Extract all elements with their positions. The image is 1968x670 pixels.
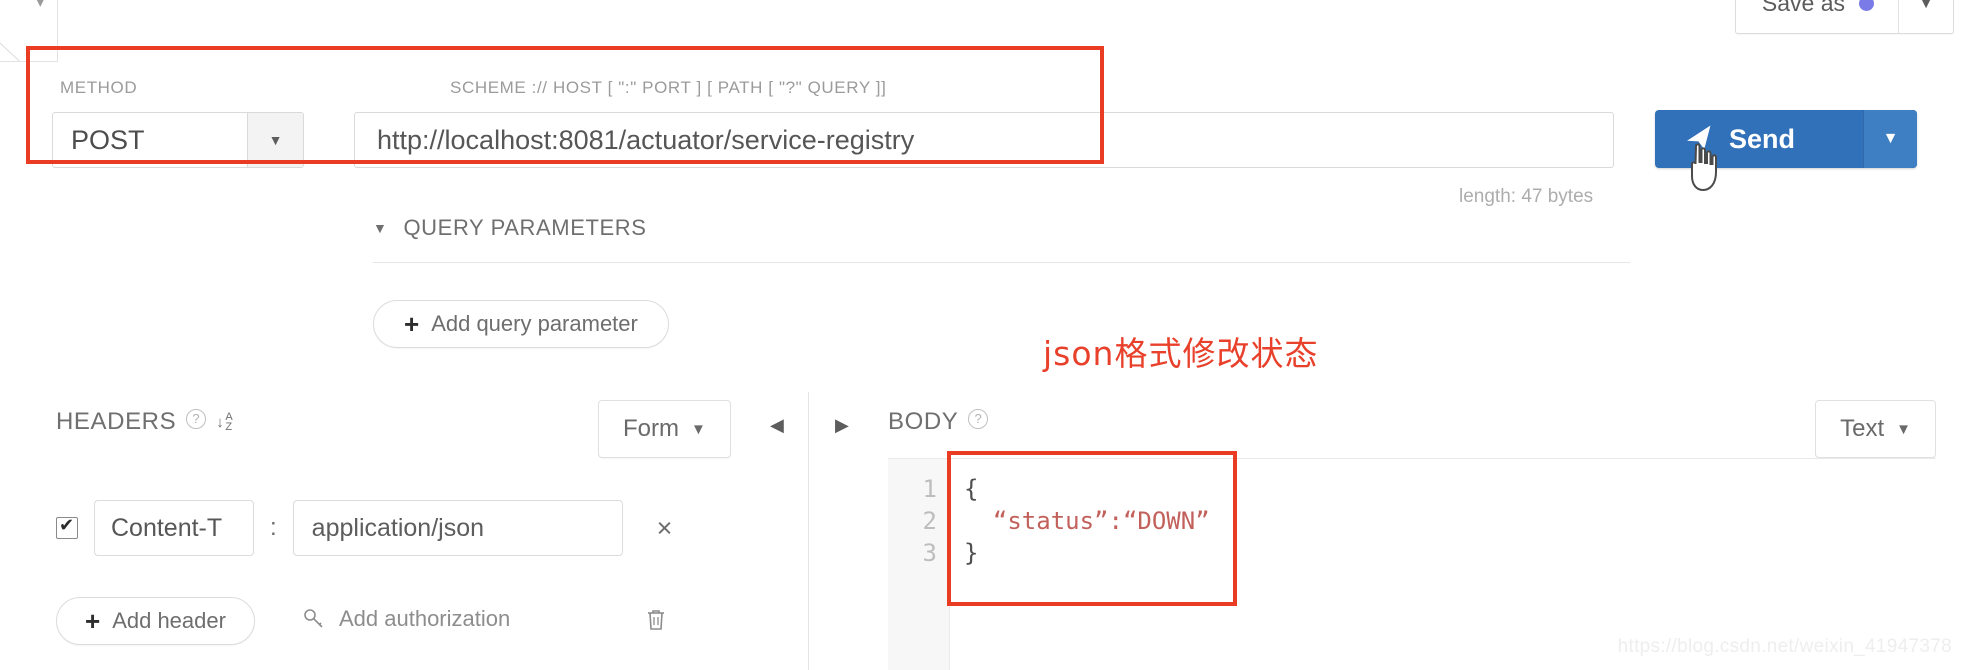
send-control[interactable]: Send ▼	[1655, 110, 1917, 168]
request-length-note: length: 47 bytes	[1459, 186, 1594, 207]
header-name-input[interactable]: Content-T	[94, 500, 254, 556]
add-authorization-label: Add authorization	[339, 606, 511, 631]
code-token-string: “status”:“DOWN”	[992, 507, 1210, 535]
headers-view-mode-label: Form	[623, 415, 679, 442]
save-as-control[interactable]: Save as ▼	[1734, 0, 1954, 34]
paper-plane-icon	[1687, 125, 1711, 150]
request-bar-fields: POST ▼ http://localhost:8081/actuator/se…	[52, 112, 1912, 168]
send-button[interactable]: Send	[1655, 110, 1863, 168]
sort-letter-z: Z	[225, 421, 233, 433]
method-dropdown-caret-icon[interactable]: ▼	[247, 113, 303, 167]
body-title-label: BODY	[888, 408, 959, 435]
send-dropdown-caret-icon[interactable]: ▼	[1863, 110, 1917, 168]
code-token: {	[964, 475, 979, 503]
request-bar-labels: METHOD SCHEME :// HOST [ ":" PORT ] [ PA…	[52, 78, 1912, 104]
line-number: 2	[922, 507, 937, 535]
header-enabled-checkbox[interactable]	[56, 515, 78, 539]
editor-line-number-gutter: 1 2 3	[888, 459, 950, 670]
line-number: 3	[922, 539, 937, 567]
chevron-down-icon: ▼	[691, 420, 706, 438]
method-select[interactable]: POST ▼	[52, 112, 304, 168]
headers-section-title: HEADERS ? ↓ A Z	[56, 408, 233, 436]
send-label: Send	[1729, 123, 1796, 154]
method-value[interactable]: POST	[53, 113, 247, 167]
add-header-label: Add header	[112, 608, 226, 633]
unsaved-changes-dot-icon	[1859, 0, 1874, 11]
annotation-note: json格式修改状态	[1043, 334, 1319, 373]
line-number: 1	[922, 475, 937, 503]
add-query-parameter-label: Add query parameter	[431, 311, 638, 336]
code-line: {	[964, 473, 1936, 505]
watermark-text: https://blog.csdn.net/weixin_41947378	[1617, 636, 1952, 657]
delete-all-headers-button[interactable]	[645, 608, 667, 638]
code-line: “status”:“DOWN”	[964, 505, 1936, 537]
chevron-down-icon: ▼	[1896, 420, 1911, 438]
add-authorization-button[interactable]: Add authorization	[303, 606, 510, 632]
sort-arrow-icon: ↓	[216, 413, 225, 431]
plus-icon: +	[85, 606, 101, 636]
trash-icon	[648, 610, 664, 630]
section-collapse-caret-icon[interactable]: ▼	[373, 220, 387, 236]
collapse-left-icon[interactable]: ◀	[770, 415, 784, 436]
key-icon	[304, 609, 323, 628]
request-bar: METHOD SCHEME :// HOST [ ":" PORT ] [ PA…	[52, 78, 1912, 168]
plus-icon: +	[404, 309, 420, 339]
sort-az-icon[interactable]: ↓ A Z	[216, 412, 233, 433]
add-header-button[interactable]: + Add header	[56, 597, 255, 645]
url-format-label: SCHEME :// HOST [ ":" PORT ] [ PATH [ "?…	[450, 78, 887, 97]
save-as-dropdown-caret-icon[interactable]: ▼	[1898, 0, 1953, 33]
save-as-button[interactable]: Save as	[1736, 0, 1898, 33]
header-separator: :	[270, 514, 277, 541]
chevron-down-icon: ▾	[36, 0, 45, 11]
collapse-right-icon[interactable]: ▶	[835, 415, 849, 436]
body-section-title: BODY ?	[888, 408, 989, 436]
code-line: }	[964, 537, 1936, 569]
url-input[interactable]: http://localhost:8081/actuator/service-r…	[354, 112, 1614, 168]
header-row: Content-T : application/json ×	[56, 500, 672, 556]
body-format-select[interactable]: Text ▼	[1815, 400, 1936, 458]
headers-title-label: HEADERS	[56, 408, 177, 435]
api-client-window: ▾ Save as ▼ METHOD SCHEME :// HOST [ ":"…	[0, 0, 1968, 670]
corner-diagonal-line	[0, 0, 57, 61]
help-icon[interactable]: ?	[186, 409, 207, 429]
header-value-input[interactable]: application/json	[292, 500, 623, 556]
panel-corner-tab: ▾	[0, 0, 58, 62]
save-as-label: Save as	[1761, 0, 1845, 16]
method-label: METHOD	[60, 78, 138, 97]
panes-divider	[808, 392, 809, 670]
body-format-label: Text	[1840, 415, 1885, 442]
query-parameters-divider	[373, 262, 1630, 263]
remove-header-icon[interactable]: ×	[657, 513, 673, 544]
query-parameters-title: QUERY PARAMETERS	[403, 215, 647, 240]
headers-view-mode-select[interactable]: Form ▼	[598, 400, 731, 458]
query-parameters-section-header[interactable]: ▼ QUERY PARAMETERS	[373, 215, 647, 241]
add-query-parameter-button[interactable]: + Add query parameter	[373, 300, 669, 348]
help-icon[interactable]: ?	[968, 409, 989, 429]
code-token: }	[964, 539, 979, 567]
